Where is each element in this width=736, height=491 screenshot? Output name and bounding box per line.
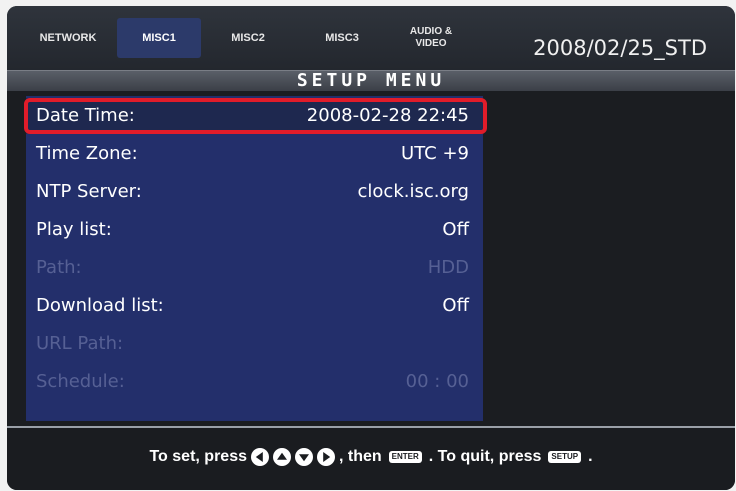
menu-item-label: Schedule: [36,371,125,392]
menu-item-schedule: Schedule: 00 : 00 [26,364,483,400]
tab-misc3[interactable]: MISC3 [313,18,371,58]
menu-item-value: Off [442,219,469,240]
footer-hint: To set, press , then ENTER . To quit, pr… [7,448,735,466]
menu-item-download-list[interactable]: Download list: Off [26,288,483,324]
arrow-left-icon [250,448,269,466]
footer-bar: To set, press , then ENTER . To quit, pr… [7,426,735,490]
menu-item-label: URL Path: [36,333,124,354]
menu-item-label: Play list: [36,219,112,240]
hint-middle: , then [338,448,382,465]
menu-panel: Date Time: 2008-02-28 22:45 Time Zone: U… [26,96,483,421]
enter-key-icon: ENTER [388,451,422,463]
hint-suffix: . To quit, press [428,448,542,465]
menu-item-label: NTP Server: [36,181,142,202]
menu-item-label: Time Zone: [36,143,138,164]
tab-misc1[interactable]: MISC1 [117,18,201,58]
page-title: SETUP MENU [296,70,446,91]
hint-end: . [588,448,593,465]
title-bar: SETUP MENU [7,70,735,91]
setup-screen: NETWORK MISC1 MISC2 MISC3 AUDIO & VIDEO … [7,6,735,490]
selection-highlight [24,98,487,134]
arrow-up-icon [272,448,291,466]
menu-item-label: Download list: [36,295,164,316]
menu-item-time-zone[interactable]: Time Zone: UTC +9 [26,136,483,172]
date-standard-label: 2008/02/25_STD [533,36,707,60]
setup-key-icon: SETUP [548,451,582,463]
tab-bar: NETWORK MISC1 MISC2 MISC3 AUDIO & VIDEO … [7,6,735,70]
arrow-right-icon [316,448,335,466]
arrow-down-icon [294,448,313,466]
menu-item-value: Off [442,295,469,316]
tab-audio-video-line1: AUDIO & [409,26,453,37]
tab-audio-video[interactable]: AUDIO & VIDEO [399,18,463,58]
tab-audio-video-line2: VIDEO [415,38,447,49]
hint-prefix: To set, press [149,448,247,465]
menu-item-label: Path: [36,257,82,278]
menu-item-value: UTC +9 [401,143,469,164]
menu-item-path: Path: HDD [26,250,483,286]
menu-item-play-list[interactable]: Play list: Off [26,212,483,248]
menu-item-ntp-server[interactable]: NTP Server: clock.isc.org [26,174,483,210]
tab-misc2[interactable]: MISC2 [219,18,277,58]
menu-item-value: HDD [427,257,469,278]
tab-network[interactable]: NETWORK [27,18,109,58]
menu-item-url-path: URL Path: [26,326,483,362]
menu-item-value: 00 : 00 [405,371,469,392]
menu-item-value: clock.isc.org [357,181,469,202]
